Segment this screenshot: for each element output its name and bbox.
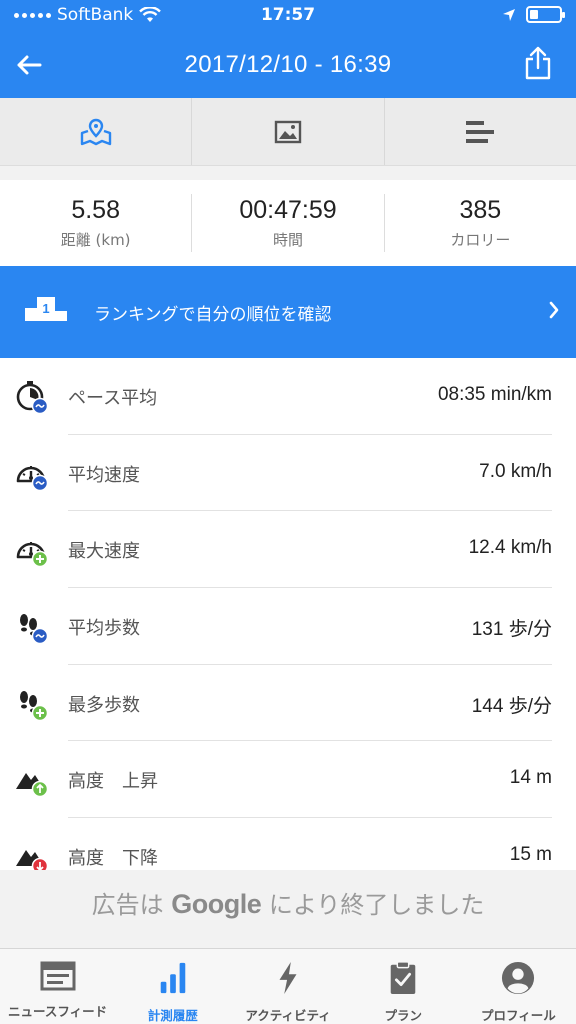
tab-map[interactable] xyxy=(0,98,193,165)
tab-label: 計測履歴 xyxy=(147,1008,198,1023)
tab-activity[interactable]: アクティビティ xyxy=(230,949,345,1024)
summary-time: 00:47:59 時間 xyxy=(192,194,385,252)
image-icon xyxy=(274,120,302,143)
ad-suffix: により終了しました xyxy=(268,891,485,919)
metric-label: 高度 下降 xyxy=(68,848,158,870)
map-icon xyxy=(80,118,111,145)
tab-history[interactable]: 計測履歴 xyxy=(115,949,230,1024)
summary-value: 00:47:59 xyxy=(239,196,337,224)
tab-newsfeed[interactable]: ニュースフィード xyxy=(0,949,115,1024)
metric-value: 08:35 min/km xyxy=(437,384,552,405)
ranking-label: ランキングで自分の順位を確認 xyxy=(94,305,332,325)
status-bar: SoftBank 17:57 xyxy=(0,0,576,32)
speedometer-average-icon xyxy=(16,465,49,491)
battery-icon xyxy=(526,6,565,23)
metric-label: 最大速度 xyxy=(68,541,140,563)
summary-value: 5.58 xyxy=(71,196,120,224)
stopwatch-average-icon xyxy=(16,381,49,415)
list-item: 平均速度 7.0 km/h xyxy=(0,435,576,512)
newsfeed-icon xyxy=(40,961,76,991)
podium-rank: 1 xyxy=(42,301,49,316)
summary-label: 時間 xyxy=(272,231,303,249)
summary-label: カロリー xyxy=(450,231,511,249)
speedometer-max-icon xyxy=(16,542,49,568)
list-item: ペース平均 08:35 min/km xyxy=(0,358,576,435)
metric-value: 7.0 km/h xyxy=(479,460,552,482)
metric-label: 高度 上昇 xyxy=(68,771,158,793)
tab-splits[interactable] xyxy=(385,98,576,165)
location-arrow-icon xyxy=(503,8,515,21)
profile-icon xyxy=(502,961,535,995)
ad-ended-notice: 広告は Google により終了しました xyxy=(0,885,576,920)
tab-profile[interactable]: プロフィール xyxy=(461,949,576,1024)
history-chart-icon xyxy=(160,962,186,994)
chevron-right-icon xyxy=(549,301,559,319)
metric-value: 12.4 km/h xyxy=(468,537,552,559)
activity-summary: 5.58 距離 (km) 00:47:59 時間 385 カロリー xyxy=(0,180,576,266)
bar-list-icon xyxy=(466,120,495,143)
page-title: 2017/12/10 - 16:39 xyxy=(184,51,392,78)
status-right xyxy=(502,6,565,23)
metric-value: 131 歩/分 xyxy=(471,619,552,641)
tab-label: プラン xyxy=(384,1008,422,1023)
view-tabs xyxy=(0,98,576,166)
list-item: 最多歩数 144 歩/分 xyxy=(0,665,576,742)
bottom-tab-bar: ニュースフィード 計測履歴 アクティビティ プラン プロフィール xyxy=(0,948,576,1024)
tab-label: ニュースフィード xyxy=(8,1004,108,1019)
list-item: 高度 下降 15 m xyxy=(0,818,576,870)
podium-icon: 1 xyxy=(25,297,67,321)
clipboard-icon xyxy=(390,961,416,995)
summary-calories: 385 カロリー xyxy=(385,194,576,252)
tab-plan[interactable]: プラン xyxy=(346,949,461,1024)
list-item: 高度 上昇 14 m xyxy=(0,741,576,819)
mountain-up-icon xyxy=(16,773,49,798)
lightning-icon xyxy=(279,961,297,995)
metric-label: 最多歩数 xyxy=(68,694,140,716)
summary-distance: 5.58 距離 (km) xyxy=(0,194,193,252)
tab-label: アクティビティ xyxy=(245,1008,331,1023)
share-icon[interactable] xyxy=(524,46,552,80)
summary-label: 距離 (km) xyxy=(60,231,131,249)
metric-value: 15 m xyxy=(509,844,552,866)
footsteps-max-icon xyxy=(20,690,49,721)
metric-label: ペース平均 xyxy=(68,388,158,409)
google-logo: Google xyxy=(171,889,262,919)
tab-label: プロフィール xyxy=(481,1008,556,1023)
metric-value: 14 m xyxy=(509,767,552,789)
mountain-down-icon xyxy=(16,850,49,870)
ad-prefix: 広告は xyxy=(91,891,164,919)
nav-bar: 2017/12/10 - 16:39 xyxy=(0,32,576,98)
ranking-banner[interactable]: 1 ランキングで自分の順位を確認 xyxy=(0,266,576,358)
metric-label: 平均速度 xyxy=(68,464,140,486)
tab-photos[interactable] xyxy=(192,98,385,165)
metrics-list: ペース平均 08:35 min/km 平均速度 7.0 km/h 最大速度 12… xyxy=(0,358,576,870)
status-time: 17:57 xyxy=(260,5,316,25)
summary-value: 385 xyxy=(459,196,502,224)
metric-value: 144 歩/分 xyxy=(471,695,552,717)
metric-label: 平均歩数 xyxy=(68,618,140,640)
list-item: 最大速度 12.4 km/h xyxy=(0,511,576,589)
list-item: 平均歩数 131 歩/分 xyxy=(0,588,576,665)
footsteps-average-icon xyxy=(20,614,49,645)
